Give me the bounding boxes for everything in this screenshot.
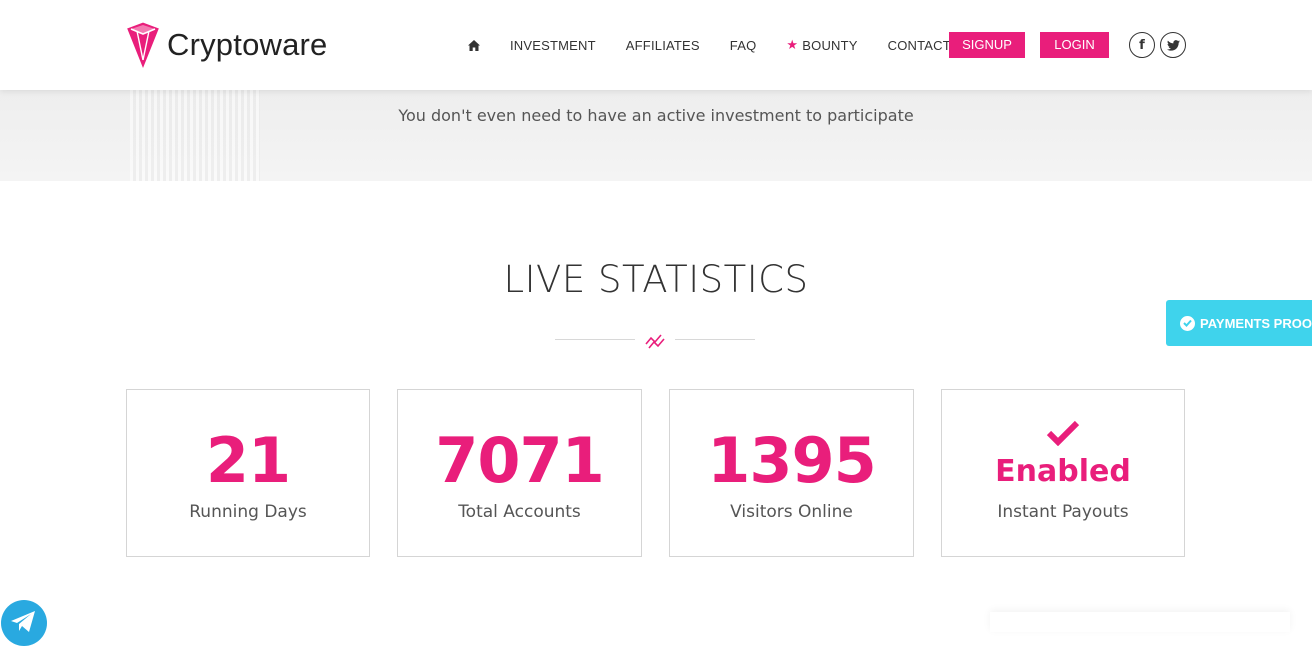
payments-proof-label: PAYMENTS PROOF — [1200, 315, 1312, 331]
diamond-logo-icon — [127, 22, 159, 68]
checkmark-icon — [1046, 420, 1080, 446]
nav-contact[interactable]: CONTACT — [888, 38, 951, 53]
section-title: LIVE STATISTICS — [503, 258, 809, 301]
nav-affiliates[interactable]: AFFILIATES — [626, 38, 700, 53]
telegram-button[interactable] — [1, 600, 47, 646]
stat-instant-payouts: Enabled Instant Payouts — [941, 389, 1185, 557]
stat-value: 1395 — [707, 424, 877, 497]
stat-total-accounts: 7071 Total Accounts — [397, 389, 642, 557]
divider-line-right — [675, 339, 755, 340]
bottom-panel-edge — [990, 612, 1290, 632]
signup-button[interactable]: SIGNUP — [949, 32, 1025, 58]
site-header: Cryptoware INVESTMENT AFFILIATES FAQ ★ B… — [0, 0, 1312, 90]
login-button[interactable]: LOGIN — [1040, 32, 1109, 58]
home-icon — [468, 39, 480, 51]
check-circle-icon — [1180, 315, 1195, 331]
band-decoration — [130, 90, 260, 181]
nav-home[interactable] — [468, 39, 480, 51]
twitter-button[interactable] — [1160, 32, 1186, 58]
nav-faq-label: FAQ — [729, 37, 757, 53]
band-text: You don't even need to have an active in… — [398, 106, 914, 125]
nav-affiliates-label: AFFILIATES — [625, 37, 700, 53]
stat-running-days: 21 Running Days — [126, 389, 370, 557]
info-band: You don't even need to have an active in… — [0, 90, 1312, 181]
main-nav: INVESTMENT AFFILIATES FAQ ★ BOUNTY CONTA… — [468, 32, 981, 58]
facebook-icon: f — [1139, 37, 1145, 53]
telegram-icon — [11, 611, 35, 632]
stat-label: Visitors Online — [730, 502, 853, 522]
nav-investment[interactable]: INVESTMENT — [510, 38, 596, 53]
stat-label: Running Days — [189, 502, 307, 522]
chart-line-icon — [645, 334, 665, 349]
logo-text: Cryptoware — [167, 27, 328, 62]
stat-value: 7071 — [435, 424, 605, 497]
nav-faq[interactable]: FAQ — [730, 38, 757, 53]
stat-value: 21 — [205, 424, 291, 497]
facebook-button[interactable]: f — [1129, 32, 1155, 58]
nav-bounty-label: BOUNTY — [802, 37, 858, 53]
star-icon: ★ — [786, 37, 799, 52]
logo[interactable]: Cryptoware — [127, 20, 328, 70]
payments-proof-button[interactable]: PAYMENTS PROOF — [1166, 300, 1312, 346]
stat-label: Instant Payouts — [997, 502, 1129, 522]
twitter-icon — [1166, 39, 1180, 51]
nav-investment-label: INVESTMENT — [510, 37, 596, 53]
nav-bounty[interactable]: ★ BOUNTY — [786, 37, 857, 53]
nav-contact-label: CONTACT — [887, 37, 951, 53]
stat-value: Enabled — [995, 454, 1131, 489]
stat-visitors-online: 1395 Visitors Online — [669, 389, 914, 557]
stat-label: Total Accounts — [458, 502, 581, 522]
divider-line-left — [555, 339, 635, 340]
